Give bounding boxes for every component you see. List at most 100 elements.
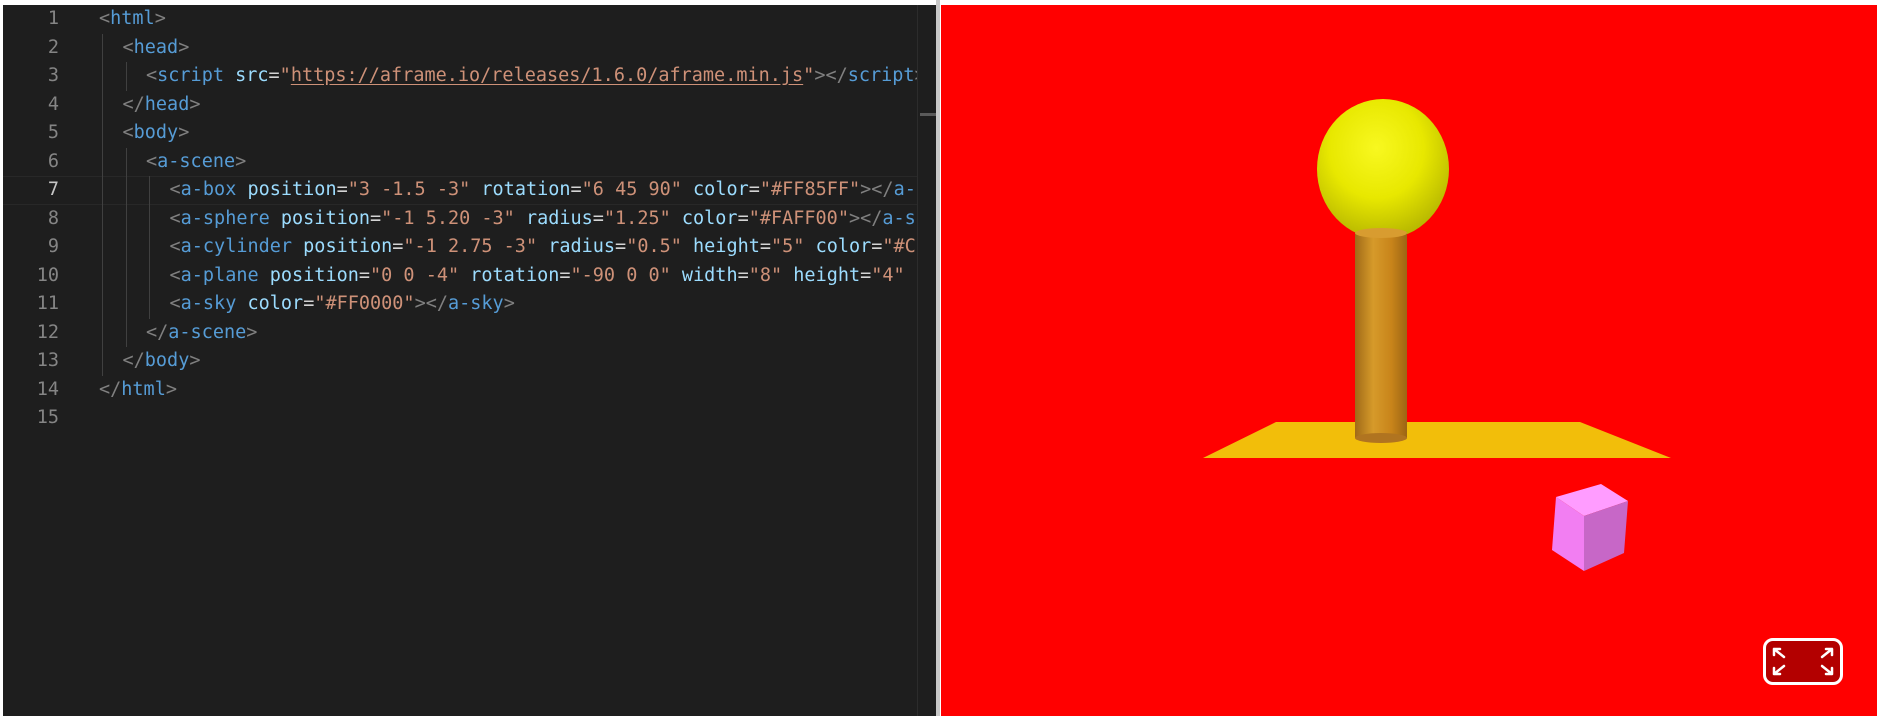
line-number[interactable]: 14 (3, 376, 59, 405)
code-token: script (847, 65, 915, 86)
code-token: height (693, 236, 760, 257)
code-token: https://aframe.io/releases/1.6.0/aframe.… (290, 65, 804, 86)
code-token: "#FAFF00" (748, 207, 849, 229)
indent-guide (102, 119, 103, 148)
line-number[interactable]: 15 (3, 404, 59, 433)
code-token: > (178, 36, 190, 58)
code-token: color (681, 207, 738, 229)
code-token: " (803, 65, 815, 86)
code-line[interactable]: 3 <script src="https://aframe.io/releases… (3, 62, 940, 91)
code-text[interactable]: <body> (123, 119, 190, 148)
code-line[interactable]: 15 (3, 404, 940, 433)
code-token: < (146, 65, 158, 86)
line-number[interactable]: 7 (3, 176, 59, 205)
code-token: html (121, 378, 166, 400)
code-line[interactable]: 12 </a-scene> (3, 318, 940, 348)
line-number[interactable]: 5 (3, 119, 59, 148)
fullscreen-button[interactable] (1763, 638, 1843, 685)
indent-guide (102, 147, 103, 176)
code-token: </ (99, 378, 122, 400)
code-line[interactable]: 8 <a-sphere position="-1 5.20 -3" radius=… (3, 204, 941, 234)
code-text[interactable]: <script src="https://aframe.io/releases/… (146, 62, 926, 91)
code-token: = (737, 207, 749, 229)
line-number[interactable]: 8 (3, 205, 59, 234)
code-token: ></ (414, 293, 448, 314)
code-token: ></ (860, 179, 894, 200)
code-line[interactable]: 4 </head> (3, 90, 940, 120)
line-number[interactable]: 11 (3, 290, 59, 319)
code-token: position (303, 236, 393, 257)
code-token: "6 45 90" (581, 179, 682, 200)
code-token: < (99, 8, 111, 29)
code-text[interactable]: <html> (99, 5, 166, 34)
line-number[interactable]: 10 (3, 262, 59, 291)
line-number[interactable]: 12 (3, 319, 59, 348)
code-token: > (246, 321, 258, 343)
code-text[interactable]: <a-cylinder position="-1 2.75 -3" radius… (170, 233, 916, 262)
code-token: height (793, 264, 861, 286)
line-number[interactable]: 3 (3, 62, 59, 91)
code-token: < (169, 179, 181, 200)
code-text[interactable]: </head> (123, 91, 201, 120)
code-line[interactable]: 9 <a-cylinder position="-1 2.75 -3" radiu… (3, 233, 940, 262)
code-lines: 1 <html> 2 <head> 3 <script src="https://afra… (3, 5, 940, 433)
code-text[interactable]: <a-sphere position="-1 5.20 -3" radius="… (170, 205, 941, 234)
code-token: = (392, 236, 404, 257)
indent-guide (102, 347, 103, 376)
code-line[interactable]: 5 <body> (3, 119, 940, 148)
code-line[interactable]: 10 <a-plane position="0 0 -4" rotation="-… (3, 261, 940, 291)
line-number[interactable]: 2 (3, 34, 59, 63)
app-window: 1 <html> 2 <head> 3 <script src="https://afra… (0, 0, 1877, 716)
code-text[interactable]: </body> (123, 347, 201, 376)
line-number[interactable]: 9 (3, 233, 59, 262)
code-text[interactable]: <head> (123, 34, 190, 63)
indent-guide (102, 318, 103, 347)
code-token: < (146, 150, 158, 172)
code-line[interactable]: 2 <head> (3, 33, 940, 63)
code-line[interactable]: 13 </body> (3, 347, 940, 376)
code-token: ></ (814, 65, 848, 86)
code-token: < (169, 264, 181, 286)
code-token: "-90 0 0" (570, 264, 671, 286)
indent-guide (102, 261, 103, 290)
code-token: = (615, 236, 627, 257)
indent-guide (125, 147, 127, 176)
code-token: a-cylinder (180, 236, 293, 257)
code-token: > (178, 122, 190, 143)
line-number[interactable]: 13 (3, 347, 59, 376)
pane-divider[interactable] (936, 0, 940, 716)
code-text[interactable]: <a-plane position="0 0 -4" rotation="-90… (170, 262, 905, 291)
code-token: = (592, 207, 604, 229)
code-token: body (133, 122, 179, 143)
code-text[interactable]: </a-scene> (146, 319, 257, 348)
scene-canvas[interactable] (941, 5, 1877, 716)
code-line[interactable]: 14 </html> (3, 376, 940, 405)
line-number[interactable]: 6 (3, 148, 59, 177)
code-token: ></ (848, 207, 883, 229)
code-line[interactable]: 7 <a-box position="3 -1.5 -3" rotation="6… (3, 176, 940, 205)
indent-guide (102, 233, 103, 262)
code-line[interactable]: 6 <a-scene> (3, 147, 940, 177)
code-text[interactable]: <a-sky color="#FF0000"></a-sky> (170, 290, 515, 319)
line-number[interactable]: 4 (3, 91, 59, 120)
line-number[interactable]: 1 (3, 5, 59, 34)
scene-preview[interactable] (941, 5, 1877, 716)
code-token: = (370, 207, 382, 229)
code-token: </ (146, 321, 169, 343)
code-line[interactable]: 1 <html> (3, 5, 940, 34)
code-text[interactable]: </html> (99, 376, 177, 405)
code-editor[interactable]: 1 <html> 2 <head> 3 <script src="https://afra… (3, 5, 940, 716)
minimap[interactable] (917, 5, 938, 716)
code-line[interactable]: 11 <a-sky color="#FF0000"></a-sky> (3, 290, 940, 319)
code-token: "5" (771, 236, 805, 257)
code-text[interactable]: <a-scene> (146, 148, 246, 177)
code-text[interactable]: <a-box position="3 -1.5 -3" rotation="6 … (170, 176, 941, 205)
